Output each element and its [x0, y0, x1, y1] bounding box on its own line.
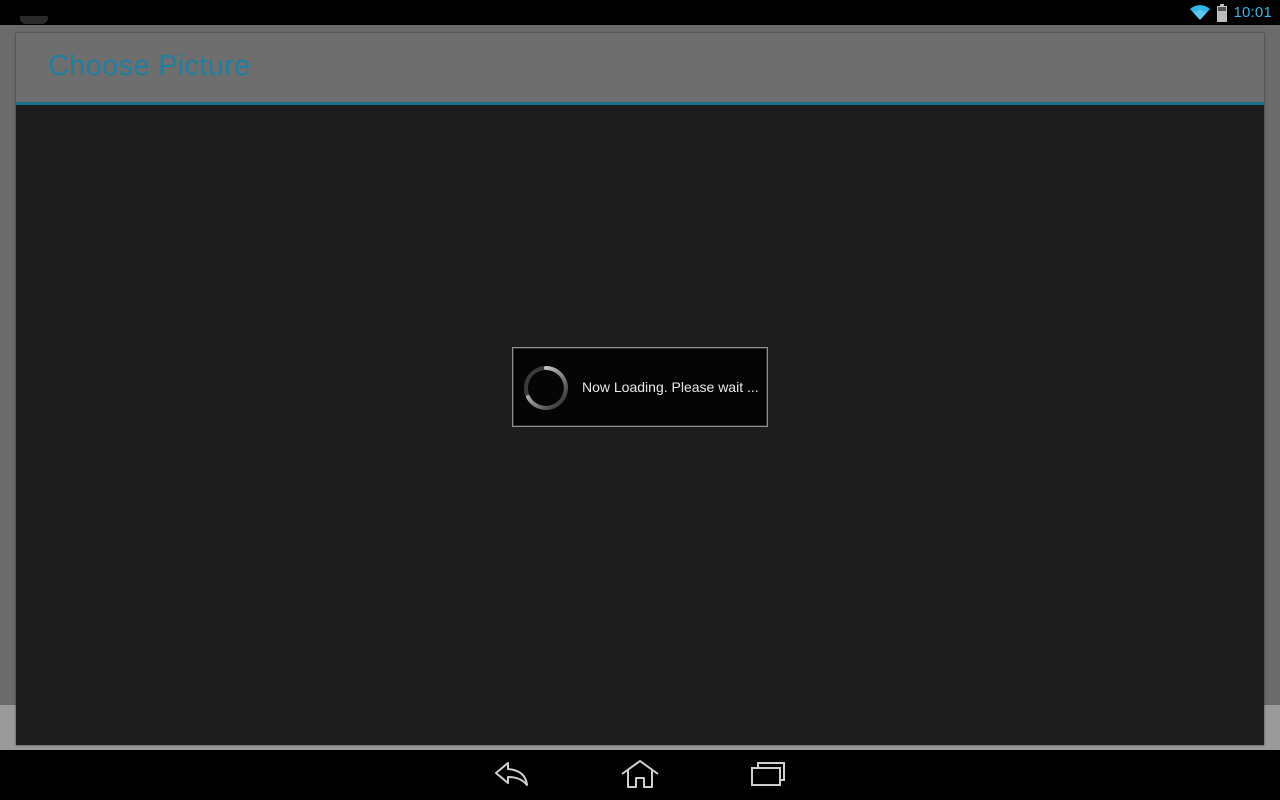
loading-dialog: Now Loading. Please wait ...	[512, 347, 768, 427]
navigation-bar	[0, 750, 1280, 800]
loading-message: Now Loading. Please wait ...	[582, 379, 759, 395]
dialog-header: Choose Picture	[16, 33, 1264, 105]
home-icon	[619, 758, 661, 795]
battery-icon	[1217, 3, 1228, 22]
back-icon	[492, 759, 532, 794]
recent-apps-button[interactable]	[740, 756, 796, 796]
spinner-icon	[522, 364, 570, 412]
screen: 10:01 Choose Picture Now Loading. Please…	[0, 0, 1280, 800]
status-icons: 10:01	[1189, 2, 1272, 23]
status-bar: 10:01	[0, 0, 1280, 25]
back-button[interactable]	[484, 756, 540, 796]
wifi-icon	[1189, 4, 1211, 21]
notification-icon	[20, 16, 48, 24]
home-button[interactable]	[612, 756, 668, 796]
recent-apps-icon	[748, 760, 788, 793]
dialog-title: Choose Picture	[48, 50, 251, 82]
clock: 10:01	[1233, 4, 1272, 21]
